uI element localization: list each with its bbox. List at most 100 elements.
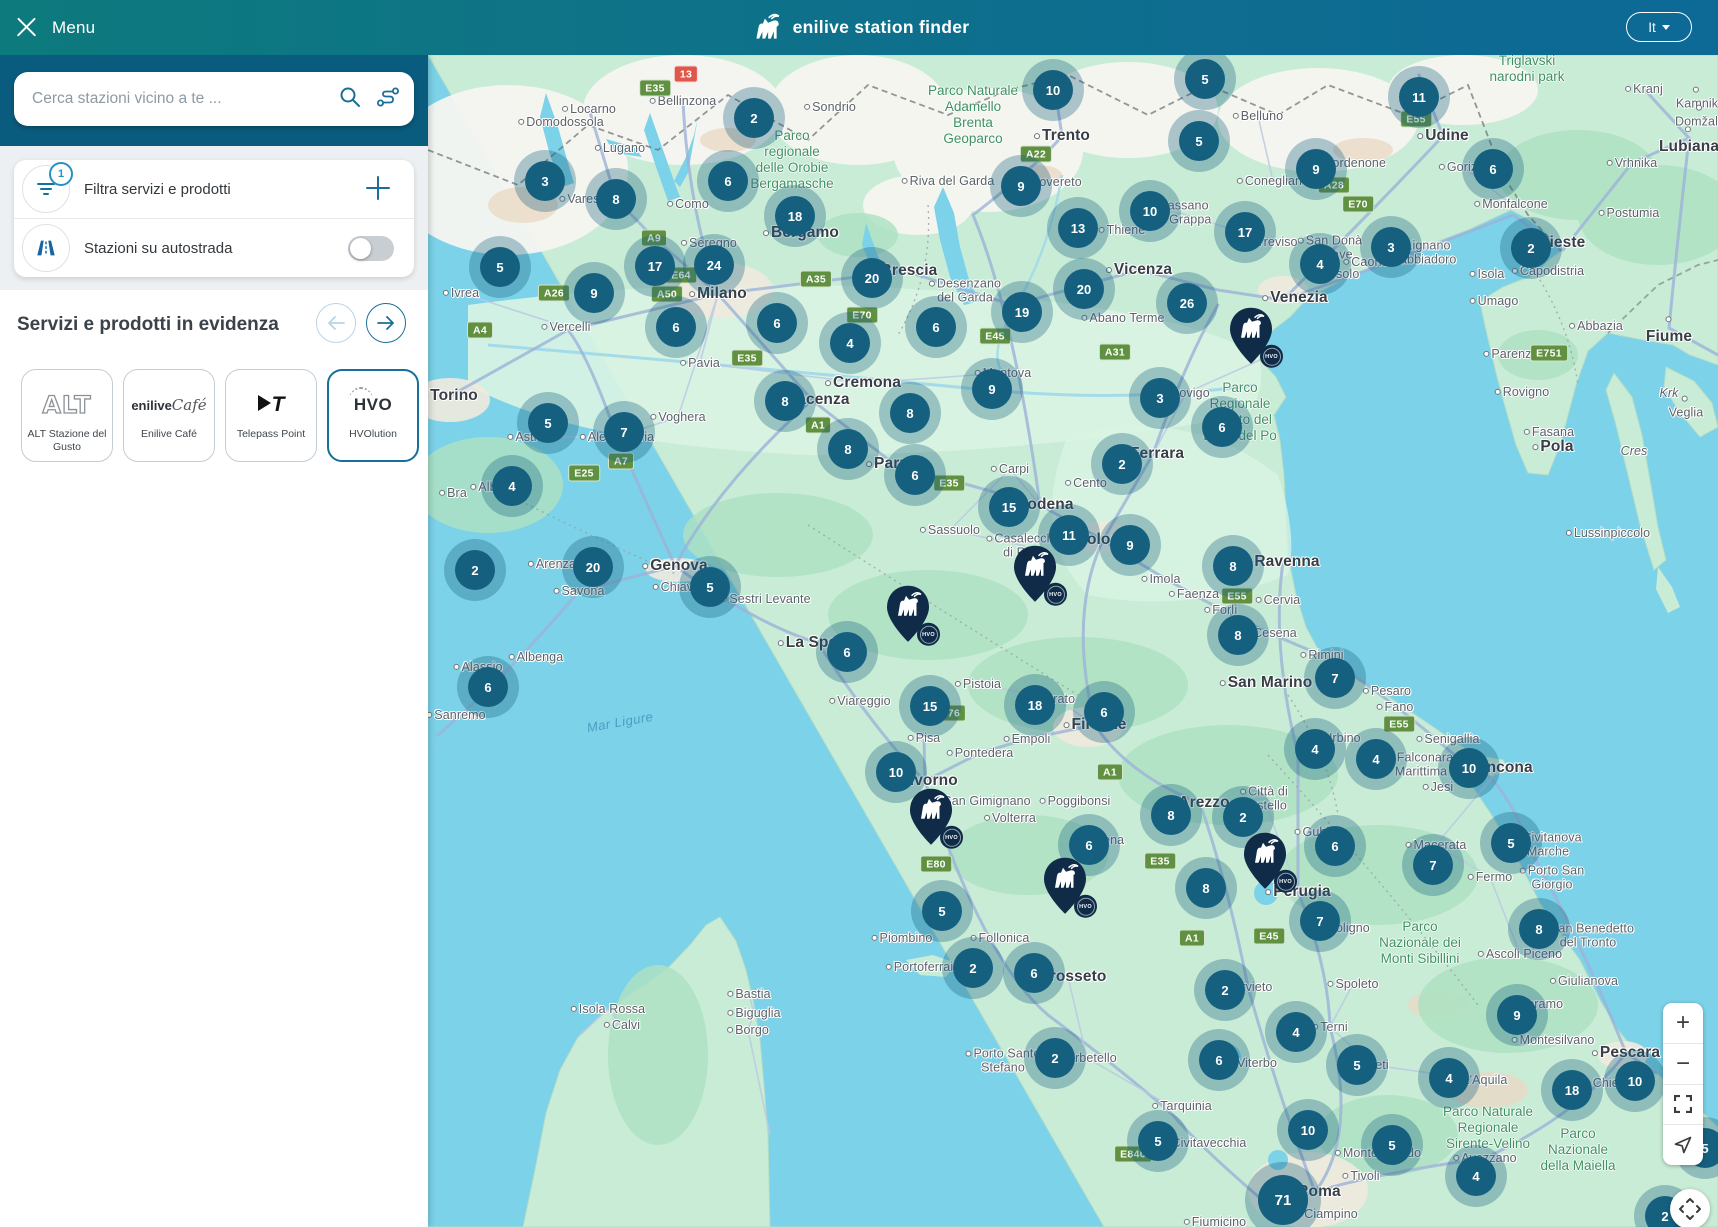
featured-title: Servizi e prodotti in evidenza <box>17 314 279 336</box>
city-label: Vicenza <box>1106 261 1172 279</box>
road-badge: 13 <box>674 66 698 83</box>
top-bar: Menu enilive station finder It <box>0 0 1718 55</box>
eni-dog-logo-icon <box>749 11 783 45</box>
fullscreen-button[interactable] <box>1663 1084 1703 1125</box>
city-label: Krk <box>1659 386 1678 400</box>
city-label: Isola Rossa <box>571 1002 645 1016</box>
filter-services-row[interactable]: 1 Filtra servizi e prodotti <box>14 160 414 218</box>
city-label: Bastia <box>727 987 770 1001</box>
city-label: Ivrea <box>443 286 479 300</box>
enilive-station-finder-app: Menu enilive station finder It <box>0 0 1718 1227</box>
search-icon[interactable] <box>338 85 362 114</box>
road-badge: A1 <box>1097 764 1123 781</box>
city-label: Vrhnika <box>1607 156 1658 170</box>
search-input[interactable] <box>30 89 338 109</box>
language-selector[interactable]: It <box>1626 12 1692 42</box>
hvo-pin-badge: HVO <box>1260 345 1283 368</box>
service-card-hvo[interactable]: HVOHVOlution <box>327 369 419 462</box>
city-label: San Marino <box>1220 674 1313 692</box>
language-value: It <box>1648 20 1656 35</box>
carousel-prev-button[interactable] <box>316 303 356 343</box>
hvo-station-pin[interactable]: HVO <box>885 585 931 648</box>
sidebar: 1 Filtra servizi e prodotti Stazioni su … <box>0 55 428 1227</box>
park-label: Parco Nazionale dei Monti Sibillini <box>1379 919 1461 967</box>
city-label: Spoleto <box>1327 977 1378 991</box>
telepass-logo-icon: T <box>258 388 285 422</box>
park-label: Parco Naturale Adamello Brenta Geoparco <box>928 83 1018 147</box>
city-label: Udine <box>1417 127 1469 145</box>
map-controls: + − <box>1663 1003 1703 1165</box>
expand-filters-button[interactable] <box>364 174 392 202</box>
hvo-pin-badge: HVO <box>1074 895 1097 918</box>
road-badge: A4 <box>467 322 493 339</box>
hvo-station-pin[interactable]: HVO <box>1242 832 1288 895</box>
featured-cards: ALTALT Stazione del GustoeniliveCaféEnil… <box>21 369 419 462</box>
city-label: Bra <box>439 486 467 500</box>
locate-button[interactable] <box>1663 1124 1703 1165</box>
city-label: Isola <box>1470 267 1505 281</box>
route-icon[interactable] <box>376 86 400 113</box>
city-label: Fasana <box>1524 425 1574 439</box>
city-label: Volterra <box>984 811 1036 825</box>
city-label: Trento <box>1034 127 1090 145</box>
city-label: Pola <box>1532 438 1573 456</box>
city-label: Carpi <box>991 462 1029 476</box>
chevron-down-icon <box>1662 25 1670 30</box>
road-badge: A35 <box>800 271 832 288</box>
city-label: Kranj <box>1625 82 1663 96</box>
hvo-station-pin[interactable]: HVO <box>1228 307 1274 370</box>
city-label: Domodossola <box>518 115 604 129</box>
city-label: Biguglia <box>727 1006 780 1020</box>
city-label: Pesaro <box>1363 684 1411 698</box>
city-label: Postumia <box>1599 206 1660 220</box>
zoom-out-button[interactable]: − <box>1663 1043 1703 1084</box>
highway-icon <box>22 224 70 272</box>
hvo-pin-badge: HVO <box>1274 870 1297 893</box>
search-box <box>14 72 414 126</box>
city-label: Fiume <box>1645 310 1694 346</box>
map-canvas[interactable]: LocarnoDomodossolaBellinzonaSondrioLugan… <box>428 55 1718 1227</box>
city-label: Abbazia <box>1569 319 1623 333</box>
city-label: Fano <box>1377 700 1414 714</box>
service-card-alt[interactable]: ALTALT Stazione del Gusto <box>21 369 113 462</box>
featured-section: Servizi e prodotti in evidenza ALTALT St… <box>0 290 428 360</box>
city-label: Sassuolo <box>920 523 980 537</box>
city-label: Pavia <box>680 356 720 370</box>
service-card-label: ALT Stazione del Gusto <box>22 428 112 454</box>
city-label: Lugano <box>595 141 645 155</box>
zoom-in-button[interactable]: + <box>1663 1003 1703 1043</box>
service-card-telepass[interactable]: T Telepass Point <box>225 369 317 462</box>
filter-icon: 1 <box>22 165 70 213</box>
city-label: Lussinpiccolo <box>1566 526 1650 540</box>
hvo-station-pin[interactable]: HVO <box>1012 545 1058 608</box>
hvo-logo-icon: HVO <box>354 388 392 422</box>
highway-stations-label: Stazioni su autostrada <box>84 240 232 257</box>
hvo-station-pin[interactable]: HVO <box>1042 857 1088 920</box>
city-label: Cres <box>1621 444 1648 458</box>
city-label: Torino <box>428 387 478 405</box>
hvo-pin-badge: HVO <box>940 826 963 849</box>
park-label: Parco Nazionale della Maiella <box>1540 1126 1615 1174</box>
city-label: Riva del Garda <box>902 174 995 188</box>
hvo-station-pin[interactable]: HVO <box>908 788 954 851</box>
city-label: Rovigno <box>1495 385 1550 399</box>
city-label: Sondrio <box>804 100 856 114</box>
service-card-cafe[interactable]: eniliveCaféEnilive Café <box>123 369 215 462</box>
road-badge: E35 <box>1144 853 1176 870</box>
city-label: Albenga <box>509 650 564 664</box>
road-badge: E25 <box>568 465 600 482</box>
city-label: Calvi <box>604 1018 640 1032</box>
highway-stations-row: Stazioni su autostrada <box>14 218 414 277</box>
filter-badge: 1 <box>49 162 73 186</box>
service-card-label: Telepass Point <box>233 428 309 441</box>
highway-toggle[interactable] <box>348 236 394 261</box>
city-label: Borgo <box>727 1023 769 1037</box>
hvo-pin-badge: HVO <box>1044 583 1067 606</box>
filters-zone: 1 Filtra servizi e prodotti Stazioni su … <box>0 146 428 290</box>
pan-button[interactable] <box>1670 1189 1710 1227</box>
filter-services-label: Filtra servizi e prodotti <box>84 181 231 198</box>
carousel-next-button[interactable] <box>366 303 406 343</box>
road-badge: E70 <box>1342 196 1374 213</box>
city-label: Giulianova <box>1550 974 1618 988</box>
city-label: Pontedera <box>947 746 1014 760</box>
